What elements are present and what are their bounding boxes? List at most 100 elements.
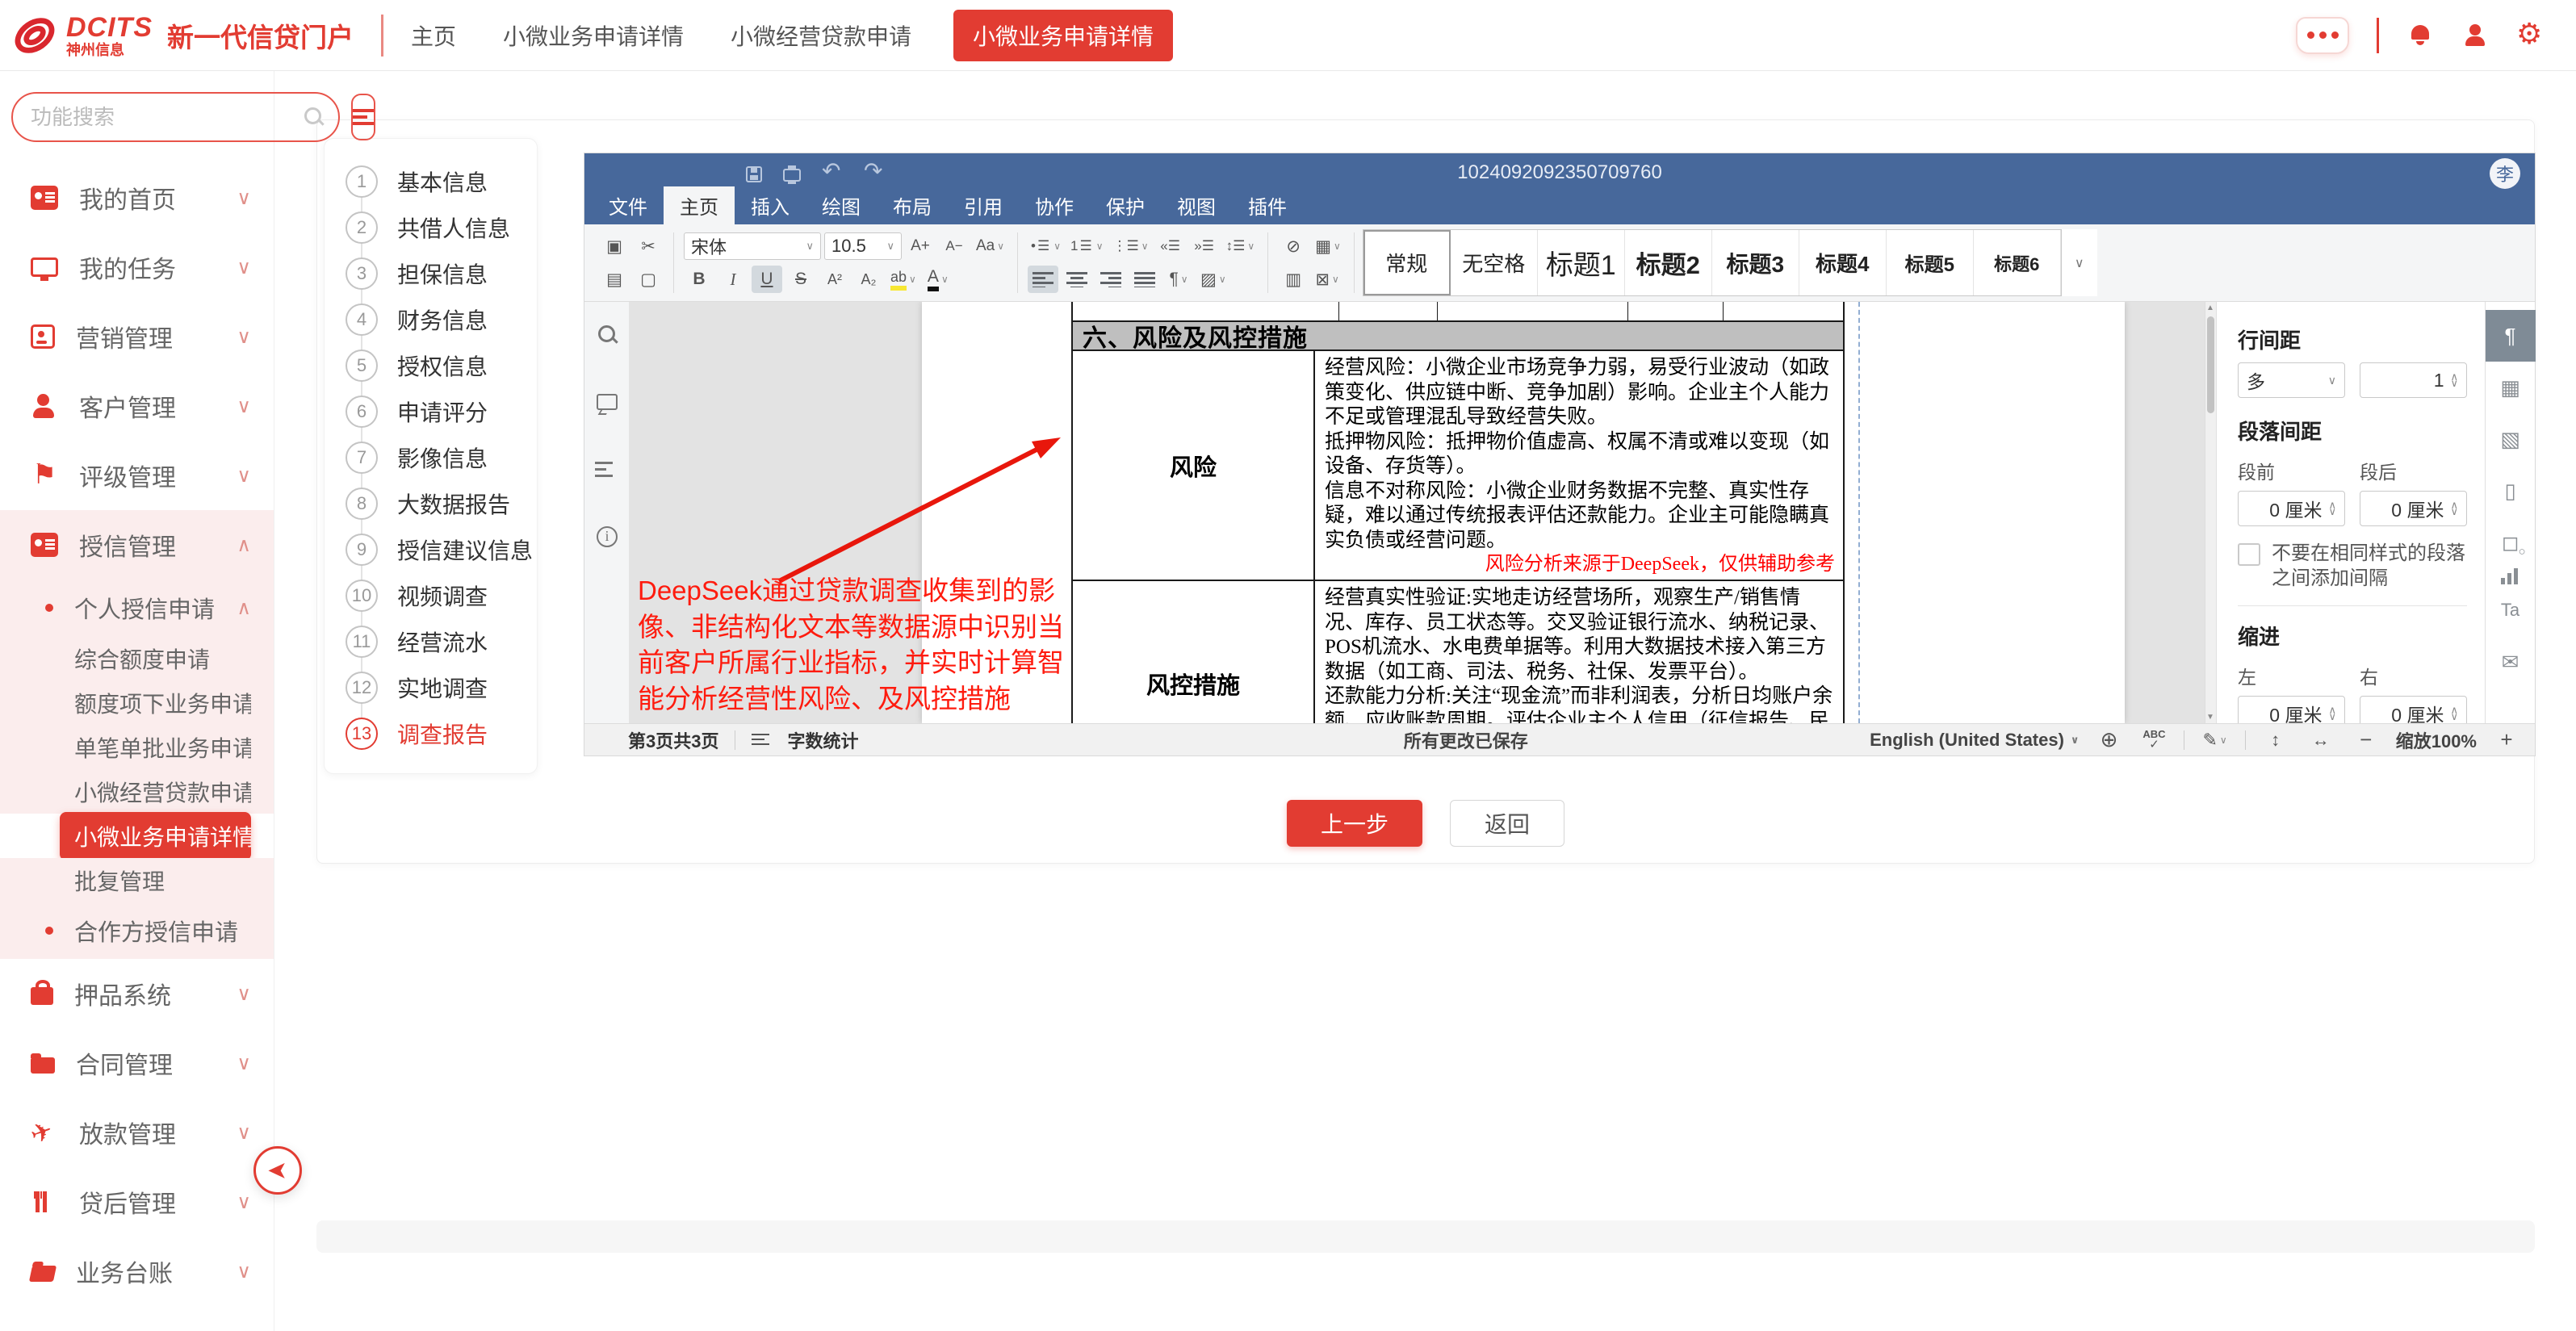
indent-icon[interactable] — [1189, 232, 1220, 260]
sidebar-item[interactable]: 评级管理 ∨ — [0, 441, 274, 510]
wizard-step[interactable]: 7 影像信息 — [346, 434, 537, 480]
sidebar-item[interactable]: 业务台账 ∨ — [0, 1237, 274, 1306]
indent-right-stepper[interactable]: 0 厘米∧∨ — [2360, 696, 2467, 723]
document-page[interactable]: 六、风险及风控措施 风险 经营风险：小微企业市场竞争力弱，易受行业波动（如政策变… — [922, 302, 2125, 723]
editor-menu-tab[interactable]: 引用 — [948, 186, 1019, 224]
scrollbar-thumb[interactable] — [2207, 316, 2214, 413]
wizard-step[interactable]: 2 共借人信息 — [346, 204, 537, 250]
editor-menu-tab[interactable]: 保护 — [1090, 186, 1161, 224]
grow-font-icon[interactable] — [905, 232, 936, 260]
style-gallery-more-icon[interactable]: ∨ — [2062, 229, 2097, 296]
bullet-list-icon[interactable] — [1028, 232, 1064, 260]
align-justify-icon[interactable] — [1129, 266, 1160, 293]
sidebar-item[interactable]: 综合额度申请 — [0, 636, 274, 680]
change-case-icon[interactable] — [973, 232, 1007, 260]
sidebar-item[interactable]: 授信管理 ∧ — [0, 510, 274, 580]
user-avatar-icon[interactable] — [2461, 22, 2489, 49]
superscript-icon[interactable] — [819, 266, 850, 293]
document-scrollbar[interactable]: ▲ ▼ — [2205, 302, 2216, 723]
align-center-icon[interactable] — [1062, 266, 1092, 293]
editor-menu-tab[interactable]: 协作 — [1019, 186, 1090, 224]
sidebar-item[interactable]: 押品系统 ∨ — [0, 959, 274, 1028]
sidebar-item[interactable]: 客户管理 ∨ — [0, 371, 274, 441]
bold-icon[interactable] — [684, 266, 714, 293]
font-name-select[interactable]: 宋体 — [684, 232, 821, 260]
editor-user-avatar[interactable]: 李 — [2490, 158, 2520, 189]
chart-tab-icon[interactable] — [2501, 568, 2520, 584]
indent-left-stepper[interactable]: 0 厘米∧∨ — [2238, 696, 2345, 723]
wizard-step[interactable]: 4 财务信息 — [346, 296, 537, 342]
sidebar-item[interactable]: 贷后管理 ∨ — [0, 1167, 274, 1237]
sidebar-item[interactable]: 单笔单批业务申请 — [0, 725, 274, 769]
wizard-step[interactable]: 12 实地调查 — [346, 664, 537, 710]
wizard-step[interactable]: 13 调查报告 — [346, 710, 537, 756]
sidebar-item[interactable]: 小微经营贷款申请 — [0, 769, 274, 814]
font-color-icon[interactable] — [923, 266, 953, 293]
spellcheck-icon[interactable] — [2138, 726, 2169, 754]
wizard-step[interactable]: 5 授权信息 — [346, 342, 537, 388]
doc-search-icon[interactable] — [595, 323, 619, 347]
table-tab-icon[interactable] — [2486, 362, 2536, 413]
mail-tab-icon[interactable] — [2486, 636, 2536, 688]
italic-icon[interactable] — [718, 266, 748, 293]
frame-icon[interactable] — [1312, 266, 1342, 293]
scroll-down-icon[interactable]: ▼ — [2206, 713, 2214, 722]
sidebar-item[interactable]: 我的任务 ∨ — [0, 232, 274, 302]
search-input[interactable] — [31, 105, 301, 130]
wizard-step[interactable]: 8 大数据报告 — [346, 480, 537, 526]
wizard-step[interactable]: 1 基本信息 — [346, 158, 537, 204]
font-size-select[interactable]: 10.5 — [824, 232, 902, 260]
zoom-out-icon[interactable] — [2351, 726, 2381, 754]
sidebar-item[interactable]: 营销管理 ∨ — [0, 302, 274, 371]
editor-menu-tab[interactable]: 主页 — [664, 186, 735, 224]
numbered-list-icon[interactable] — [1067, 232, 1107, 260]
underline-icon[interactable] — [752, 266, 782, 293]
wizard-step[interactable]: 3 担保信息 — [346, 250, 537, 296]
save-icon[interactable] — [746, 166, 762, 182]
highlight-icon[interactable] — [887, 266, 919, 293]
top-nav-tab[interactable]: 主页 — [406, 10, 461, 61]
back-button[interactable]: 返回 — [1450, 800, 1564, 847]
info-icon[interactable] — [597, 526, 618, 547]
style-option[interactable]: 标题6 — [1974, 230, 2061, 295]
subscript-icon[interactable] — [853, 266, 884, 293]
notifications-icon[interactable] — [2406, 22, 2434, 49]
editor-menu-tab[interactable]: 绘图 — [806, 186, 877, 224]
editor-menu-tab[interactable]: 插件 — [1232, 186, 1303, 224]
select-icon[interactable] — [633, 266, 664, 293]
style-option[interactable]: 标题5 — [1887, 230, 1974, 295]
multilevel-list-icon[interactable] — [1110, 232, 1152, 260]
more-options-icon[interactable] — [2296, 17, 2349, 54]
page-info[interactable]: 第3页共3页 — [628, 727, 718, 753]
style-option[interactable]: 常规 — [1363, 230, 1451, 295]
page-tab-icon[interactable] — [2486, 465, 2536, 517]
search-icon[interactable] — [301, 105, 325, 129]
sidebar-item[interactable]: 合同管理 ∨ — [0, 1028, 274, 1098]
menu-toggle-button[interactable] — [351, 94, 375, 140]
globe-icon[interactable] — [2093, 726, 2124, 754]
undo-icon[interactable] — [822, 162, 843, 183]
spacing-before-stepper[interactable]: 0 厘米∧∨ — [2238, 491, 2345, 526]
scroll-up-icon[interactable]: ▲ — [2206, 303, 2214, 312]
line-spacing-icon[interactable] — [1223, 232, 1259, 260]
paste-icon[interactable] — [599, 266, 630, 293]
comments-icon[interactable] — [595, 391, 619, 415]
zoom-in-icon[interactable] — [2491, 726, 2522, 754]
style-option[interactable]: 无空格 — [1451, 230, 1538, 295]
same-style-checkbox[interactable] — [2238, 543, 2260, 566]
wizard-step[interactable]: 10 视频调查 — [346, 572, 537, 618]
wizard-step[interactable]: 11 经营流水 — [346, 618, 537, 664]
style-option[interactable]: 标题3 — [1712, 230, 1799, 295]
top-nav-tab[interactable]: 小微经营贷款申请 — [726, 10, 916, 61]
print-icon[interactable] — [783, 169, 801, 182]
editor-menu-tab[interactable]: 文件 — [593, 186, 664, 224]
sidebar-item[interactable]: 批复管理 — [0, 858, 274, 902]
wizard-step[interactable]: 9 授信建议信息 — [346, 526, 537, 572]
image-tab-icon[interactable] — [2486, 413, 2536, 465]
pilcrow-tab-icon[interactable] — [2486, 310, 2536, 362]
textart-tab-icon[interactable] — [2486, 584, 2536, 636]
word-count-label[interactable]: 字数统计 — [787, 727, 858, 753]
shrink-font-icon[interactable] — [939, 232, 970, 260]
review-icon[interactable] — [2199, 726, 2230, 754]
style-option[interactable]: 标题1 — [1538, 230, 1625, 295]
